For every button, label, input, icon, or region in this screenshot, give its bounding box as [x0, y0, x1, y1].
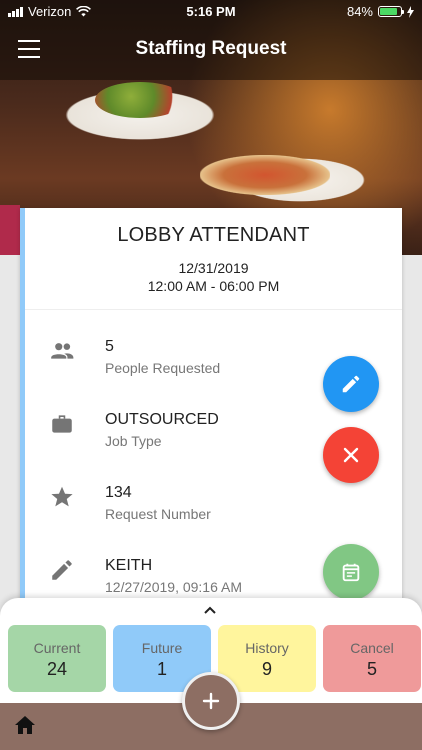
calendar-icon — [342, 563, 360, 582]
people-icon — [51, 343, 74, 359]
home-icon[interactable] — [14, 715, 36, 735]
battery-icon — [378, 6, 404, 17]
calendar-button[interactable] — [323, 544, 379, 600]
pencil-icon — [342, 375, 360, 393]
plus-icon — [202, 692, 220, 710]
chevron-up-icon[interactable] — [202, 604, 218, 616]
battery-percent: 84% — [346, 4, 373, 19]
status-bar: Verizon 5:16 PM 84% — [0, 0, 422, 22]
cancel-request-button[interactable] — [323, 427, 379, 483]
tab-history-count: 9 — [261, 659, 272, 679]
job-type-value: OUTSOURCED — [105, 411, 219, 428]
salad-plate-image — [95, 82, 185, 118]
tab-current[interactable]: Current 24 — [8, 625, 106, 692]
job-type-label: Job Type — [105, 433, 162, 449]
request-number-label: Request Number — [105, 506, 211, 522]
people-requested-value: 5 — [105, 338, 114, 355]
charging-icon — [407, 5, 414, 18]
job-time-range: 12:00 AM - 06:00 PM — [147, 278, 280, 294]
hero-accent — [0, 205, 20, 255]
request-number-value: 134 — [105, 484, 132, 501]
job-title: LOBBY ATTENDANT — [117, 224, 310, 246]
app-header: Staffing Request — [0, 22, 422, 78]
tab-cancel-label: Cancel — [350, 640, 394, 656]
briefcase-icon — [52, 415, 72, 433]
created-by-value: KEITH — [105, 557, 153, 574]
edit-request-button[interactable] — [323, 356, 379, 412]
people-requested-label: People Requested — [105, 360, 221, 376]
bruschetta-plate-image — [200, 155, 330, 195]
job-date: 12/31/2019 — [178, 260, 249, 276]
tab-cancel[interactable]: Cancel 5 — [323, 625, 421, 692]
pencil-icon — [52, 560, 72, 580]
tab-cancel-count: 5 — [366, 659, 377, 679]
detail-row-request-number: 134 Request Number — [25, 484, 402, 544]
page-title: Staffing Request — [135, 38, 287, 59]
close-icon — [343, 447, 359, 463]
tab-current-label: Current — [33, 640, 81, 656]
status-right: 84% — [347, 4, 414, 19]
add-request-button[interactable] — [182, 672, 240, 730]
star-icon — [51, 486, 73, 507]
created-at-label: 12/27/2019, 09:16 AM — [105, 579, 242, 595]
request-card-header: LOBBY ATTENDANT 12/31/2019 12:00 AM - 06… — [25, 208, 402, 310]
tab-history-label: History — [245, 640, 289, 656]
tab-current-count: 24 — [46, 659, 68, 679]
tab-future-label: Future — [141, 640, 183, 656]
